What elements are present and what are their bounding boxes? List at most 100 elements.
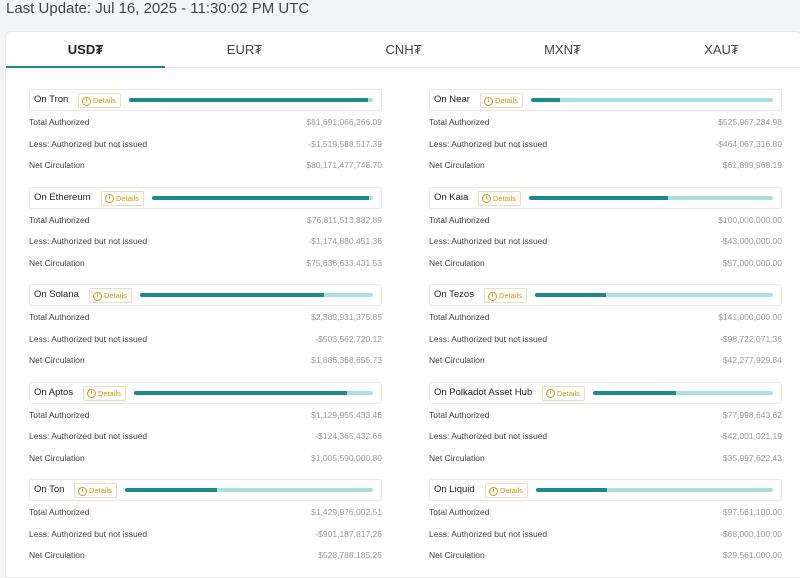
not-issued-row: Less: Authorized but not issued -$1,519,… [29, 133, 382, 155]
total-authorized-label: Total Authorized [429, 312, 490, 322]
not-issued-label: Less: Authorized but not issued [429, 528, 548, 539]
details-button[interactable]: i Details [83, 385, 126, 401]
net-circulation-value: $1,005,590,000.80 [311, 452, 382, 463]
total-authorized-value: $141,000,000.00 [718, 312, 782, 322]
details-button[interactable]: i Details [485, 483, 528, 498]
net-circulation-value: $80,171,477,748.70 [306, 160, 382, 170]
details-label: Details [499, 291, 522, 300]
circulation-bar [536, 488, 773, 492]
net-circulation-value: $75,636,633,431.53 [306, 257, 382, 268]
details-label: Details [98, 388, 121, 398]
tab-eurt[interactable]: EUR₮ [165, 32, 324, 67]
chain-header: On Aptos i Details [29, 381, 382, 404]
total-authorized-value: $81,691,066,266.09 [306, 117, 382, 127]
net-circulation-label: Net Circulation [29, 160, 85, 170]
total-authorized-value: $100,000,000.00 [718, 214, 782, 225]
chain-header: On Ton i Details [29, 479, 382, 501]
not-issued-row: Less: Authorized but not issued -$124,36… [29, 425, 382, 447]
net-circulation-label: Net Circulation [29, 550, 85, 560]
details-button[interactable]: i Details [484, 288, 527, 303]
last-update-text: Last Update: Jul 16, 2025 - 11:30:02 PM … [6, 0, 310, 17]
tab-xaut[interactable]: XAU₮ [642, 32, 800, 67]
not-issued-label: Less: Authorized but not issued [29, 138, 148, 149]
chain-card: On Near i Details Total Authorized $525,9… [429, 89, 782, 187]
circulation-bar [535, 293, 773, 297]
circulation-bar [593, 390, 773, 395]
details-button[interactable]: i Details [78, 93, 121, 108]
net-circulation-row: Net Circulation $80,171,477,748.70 [29, 154, 382, 176]
info-icon: i [482, 194, 491, 204]
net-circulation-value: $29,561,000.00 [722, 550, 782, 560]
details-button[interactable]: i Details [478, 190, 521, 206]
chain-card: On Ton i Details Total Authorized $1,429,… [29, 479, 382, 577]
chain-name: On Tron [34, 94, 69, 105]
details-button[interactable]: i Details [74, 483, 117, 498]
not-issued-label: Less: Authorized but not issued [429, 431, 548, 441]
details-button[interactable]: i Details [101, 190, 144, 206]
total-authorized-row: Total Authorized $1,129,955,433.46 [29, 404, 382, 426]
info-icon: i [87, 389, 96, 399]
circulation-bar [529, 195, 773, 200]
circulation-bar-fill [140, 293, 325, 297]
net-circulation-value: $1,886,368,655.73 [311, 355, 382, 365]
total-authorized-row: Total Authorized $100,000,000.00 [429, 209, 782, 231]
details-label: Details [104, 291, 127, 300]
chain-column-left: On Tron i Details Total Authorized $81,69… [29, 89, 382, 577]
chain-name: On Tezos [434, 289, 474, 300]
not-issued-label: Less: Authorized but not issued [29, 528, 148, 539]
total-authorized-value: $76,811,513,882.89 [307, 214, 382, 225]
net-circulation-value: $57,000,000.00 [722, 257, 782, 268]
net-circulation-row: Net Circulation $528,788,185.25 [29, 544, 382, 566]
chain-card: On Liquid i Details Total Authorized $97,… [429, 479, 782, 577]
details-label: Details [89, 486, 112, 495]
tab-mxnt[interactable]: MXN₮ [483, 32, 642, 67]
details-label: Details [495, 96, 518, 105]
details-button[interactable]: i Details [480, 93, 523, 108]
not-issued-label: Less: Authorized but not issued [429, 138, 548, 149]
circulation-bar [129, 98, 373, 102]
circulation-bar [531, 98, 773, 102]
total-authorized-label: Total Authorized [29, 312, 90, 322]
info-icon: i [488, 291, 497, 301]
chain-header: On Ethereum i Details [29, 186, 382, 209]
tab-usdt[interactable]: USD₮ [6, 32, 165, 68]
net-circulation-label: Net Circulation [429, 452, 485, 463]
total-authorized-row: Total Authorized $1,429,976,002.51 [29, 501, 382, 523]
total-authorized-label: Total Authorized [429, 117, 490, 127]
total-authorized-label: Total Authorized [29, 117, 90, 127]
total-authorized-row: Total Authorized $77,998,643.62 [429, 404, 782, 426]
not-issued-label: Less: Authorized but not issued [29, 236, 148, 246]
not-issued-row: Less: Authorized but not issued -$1,174,… [29, 230, 382, 252]
net-circulation-row: Net Circulation $75,636,633,431.53 [29, 252, 382, 274]
info-icon: i [93, 291, 102, 301]
circulation-bar-fill [531, 98, 561, 102]
not-issued-label: Less: Authorized but not issued [429, 333, 548, 344]
details-button[interactable]: i Details [89, 288, 132, 303]
not-issued-row: Less: Authorized but not issued -$68,000… [429, 523, 782, 545]
chain-name: On Liquid [434, 484, 475, 495]
circulation-bar-fill [134, 390, 347, 395]
total-authorized-row: Total Authorized $81,691,066,266.09 [29, 111, 382, 133]
total-authorized-label: Total Authorized [429, 409, 490, 420]
details-label: Details [116, 193, 139, 203]
not-issued-value: -$503,562,720.12 [315, 333, 382, 344]
chain-card: On Aptos i Details Total Authorized $1,12… [29, 381, 382, 480]
not-issued-value: -$124,365,432.66 [315, 431, 382, 441]
supply-panel: USD₮ EUR₮ CNH₮ MXN₮ XAU₮ On Tron i Detail… [5, 31, 800, 578]
circulation-bar [140, 293, 373, 297]
currency-tabs: USD₮ EUR₮ CNH₮ MXN₮ XAU₮ [6, 32, 800, 68]
total-authorized-label: Total Authorized [429, 214, 490, 225]
net-circulation-label: Net Circulation [429, 257, 485, 268]
total-authorized-label: Total Authorized [29, 409, 90, 420]
net-circulation-row: Net Circulation $1,005,590,000.80 [29, 447, 382, 469]
total-authorized-value: $1,429,976,002.51 [311, 507, 382, 517]
not-issued-row: Less: Authorized but not issued -$901,18… [29, 523, 382, 545]
not-issued-row: Less: Authorized but not issued -$43,000… [429, 230, 782, 252]
details-button[interactable]: i Details [542, 385, 585, 401]
circulation-bar-fill [152, 195, 369, 200]
chain-header: On Near i Details [429, 89, 782, 111]
net-circulation-row: Net Circulation $29,561,000.00 [429, 544, 782, 566]
tab-cnht[interactable]: CNH₮ [324, 32, 483, 67]
chain-name: On Ton [34, 484, 65, 495]
chain-card: On Polkadot Asset Hub i Details Total Aut… [429, 381, 782, 480]
